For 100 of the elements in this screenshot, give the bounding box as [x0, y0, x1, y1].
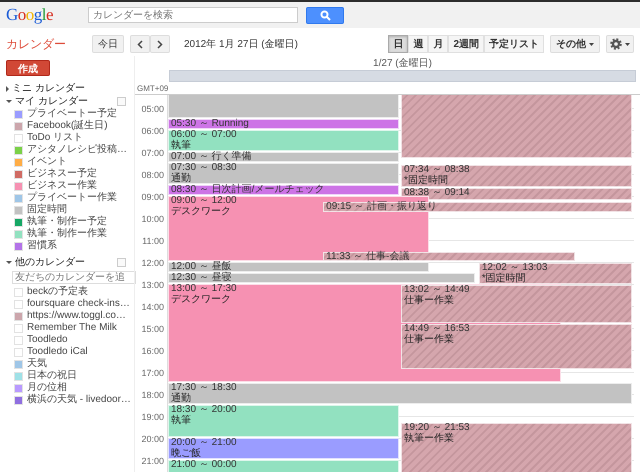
- event-block[interactable]: 07:30 ～ 08:30 通勤: [168, 163, 399, 184]
- other-calendars-toggle[interactable]: 他のカレンダー: [6, 256, 85, 269]
- event-block[interactable]: 08:30 ～ 日次計画/メールチェック: [168, 185, 399, 196]
- event-block[interactable]: 19:20 ～ 21:53 執筆ー作業: [401, 423, 632, 472]
- calendar-name[interactable]: ビジネスー作業: [27, 180, 97, 192]
- view-tab[interactable]: 2週間: [448, 35, 484, 53]
- calendar-name[interactable]: プライベートー予定: [27, 108, 117, 120]
- color-swatch[interactable]: [14, 122, 23, 130]
- event-block[interactable]: 14:49 ～ 16:53 仕事ー作業: [401, 324, 632, 369]
- color-swatch[interactable]: [14, 158, 23, 166]
- color-swatch[interactable]: [14, 360, 23, 368]
- settings-button[interactable]: [606, 35, 634, 53]
- color-swatch[interactable]: [14, 372, 23, 380]
- search-button[interactable]: [306, 6, 344, 24]
- chevron-left-icon: [137, 40, 143, 48]
- calendar-name[interactable]: イベント: [27, 156, 67, 168]
- color-swatch[interactable]: [14, 230, 23, 238]
- event-time: 11:33 ～ 仕事-会議: [326, 252, 410, 262]
- add-calendar-field[interactable]: 友だちのカレンダーを追: [12, 271, 136, 284]
- color-swatch[interactable]: [14, 384, 23, 392]
- hour-label: 17:00: [141, 368, 164, 378]
- all-day-bar[interactable]: [169, 70, 636, 82]
- next-button[interactable]: [150, 35, 170, 53]
- color-swatch[interactable]: [14, 134, 23, 142]
- event-time: 13:00 ～ 17:30: [171, 284, 237, 294]
- calendar-name[interactable]: foursquare check-ins…: [27, 298, 130, 310]
- calendar-name[interactable]: ビジネスー予定: [27, 168, 97, 180]
- color-swatch[interactable]: [14, 312, 23, 320]
- color-swatch[interactable]: [14, 396, 23, 404]
- event-time: 18:30 ～ 20:00: [171, 405, 237, 416]
- color-swatch[interactable]: [14, 242, 23, 250]
- color-swatch[interactable]: [14, 146, 23, 154]
- color-swatch[interactable]: [14, 336, 23, 344]
- search-icon: [320, 10, 330, 20]
- calendar-name[interactable]: https://www.toggl.co…: [27, 310, 126, 322]
- caret-icon: [625, 42, 630, 46]
- create-button[interactable]: 作成: [6, 60, 50, 76]
- mini-calendar-toggle[interactable]: ミニ カレンダー: [6, 82, 85, 95]
- calendar-name[interactable]: 月の位相: [27, 382, 67, 394]
- calendar-name[interactable]: Facebook(誕生日): [27, 120, 108, 132]
- event-block[interactable]: 07:00 ～ 行く準備: [168, 152, 399, 162]
- color-swatch[interactable]: [14, 288, 23, 296]
- view-tab[interactable]: 日: [388, 35, 408, 53]
- hour-label: 06:00: [141, 126, 164, 136]
- dropdown-toggle[interactable]: [117, 258, 126, 267]
- color-swatch[interactable]: [14, 182, 23, 190]
- calendar-name[interactable]: beckの予定表: [27, 286, 88, 298]
- event-block[interactable]: 13:02 ～ 14:49 仕事ー作業: [401, 284, 632, 324]
- app-title: カレンダー: [6, 36, 67, 52]
- calendar-name[interactable]: Remember The Milk: [27, 322, 117, 334]
- calendar-name[interactable]: 執筆・制作ー作業: [27, 228, 107, 240]
- event-block[interactable]: 12:00 ～ 昼飯: [168, 262, 430, 272]
- event-block[interactable]: 18:30 ～ 20:00 執筆: [168, 405, 399, 438]
- color-swatch[interactable]: [14, 110, 23, 118]
- view-tab[interactable]: 月: [428, 35, 448, 53]
- hour-label: 19:00: [141, 412, 164, 422]
- hour-label: 18:00: [141, 390, 164, 400]
- calendar-name[interactable]: 執筆・制作ー予定: [27, 216, 107, 228]
- today-button[interactable]: 今日: [92, 35, 124, 53]
- calendar-name[interactable]: 天気: [27, 358, 47, 370]
- event-block[interactable]: [168, 95, 399, 118]
- calendar-name[interactable]: 固定時間: [27, 204, 67, 216]
- event-block[interactable]: 06:00 ～ 07:00 執筆: [168, 130, 399, 152]
- event-block[interactable]: 11:33 ～ 仕事-会議: [323, 252, 576, 262]
- event-block[interactable]: 12:02 ～ 13:03 *固定時間: [478, 262, 632, 284]
- calendar-name[interactable]: 日本の祝日: [27, 370, 77, 382]
- calendar-name[interactable]: 習慣系: [27, 240, 57, 252]
- color-swatch[interactable]: [14, 170, 23, 178]
- hour-label: 11:00: [142, 236, 164, 246]
- event-block[interactable]: 20:00 ～ 21:00 晩ご飯: [168, 438, 399, 460]
- event-block[interactable]: 21:00 ～ 00:00: [168, 460, 399, 472]
- event-block[interactable]: 07:34 ～ 08:38 *固定時間: [401, 164, 632, 188]
- calendar-name[interactable]: Toodledo iCal: [27, 346, 88, 358]
- calendar-name[interactable]: アシタノレシピ投稿…: [27, 144, 127, 156]
- color-swatch[interactable]: [14, 194, 23, 202]
- calendar-name[interactable]: Toodledo: [27, 334, 68, 346]
- color-swatch[interactable]: [14, 300, 23, 308]
- event-block[interactable]: [401, 95, 632, 158]
- calendar-name[interactable]: 横浜の天気 - livedoor…: [27, 394, 131, 406]
- color-swatch[interactable]: [14, 206, 23, 214]
- event-block[interactable]: 05:30 ～ Running: [168, 119, 399, 130]
- event-block[interactable]: 08:38 ～ 09:14: [401, 188, 632, 200]
- dropdown-toggle[interactable]: [117, 97, 126, 106]
- calendar-name[interactable]: ToDo リスト: [27, 132, 84, 144]
- previous-button[interactable]: [130, 35, 150, 53]
- event-time: 21:00 ～ 00:00: [171, 460, 237, 470]
- timezone-label: GMT+09: [136, 83, 170, 94]
- color-swatch[interactable]: [14, 324, 23, 332]
- more-button[interactable]: その他: [550, 35, 600, 53]
- view-tab[interactable]: 週: [408, 35, 428, 53]
- calendar-name[interactable]: プライベートー作業: [27, 192, 117, 204]
- event-block[interactable]: 12:30 ～ 昼寝: [168, 273, 475, 284]
- search-field[interactable]: カレンダーを検索: [88, 7, 298, 23]
- my-calendars-toggle[interactable]: マイ カレンダー: [6, 95, 88, 108]
- event-block[interactable]: 09:15 ～ 計画・振り返り: [323, 202, 632, 212]
- event-time: 12:02 ～ 13:03: [482, 262, 548, 273]
- event-block[interactable]: 17:30 ～ 18:30 通勤: [168, 383, 632, 404]
- color-swatch[interactable]: [14, 348, 23, 356]
- color-swatch[interactable]: [14, 218, 23, 226]
- view-tab[interactable]: 予定リスト: [484, 35, 544, 53]
